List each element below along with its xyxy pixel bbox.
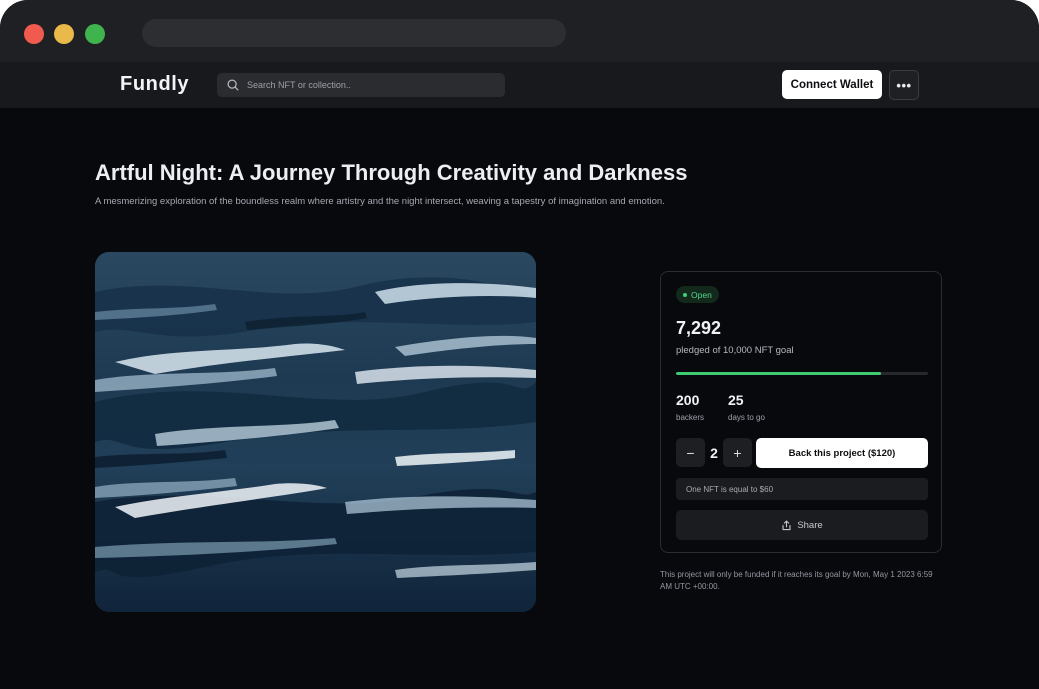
backers-count: 200	[676, 392, 700, 408]
days-to-go-label: days to go	[728, 413, 765, 422]
funding-progress-fill	[676, 372, 882, 375]
share-icon	[782, 520, 791, 530]
status-dot-icon	[683, 292, 687, 297]
maximize-window-button[interactable]	[85, 24, 105, 44]
top-nav: Fundly Connect Wallet •••	[0, 62, 1039, 108]
share-button[interactable]: Share	[676, 510, 928, 540]
app-logo[interactable]: Fundly	[120, 73, 189, 96]
artwork-painting	[95, 252, 536, 612]
increase-quantity-button[interactable]: +	[723, 438, 752, 467]
search-icon	[227, 79, 239, 91]
minus-icon: −	[686, 444, 695, 461]
more-options-button[interactable]: •••	[889, 70, 919, 100]
plus-icon: +	[733, 444, 742, 461]
minimize-window-button[interactable]	[54, 24, 74, 44]
status-badge: Open	[676, 286, 719, 303]
page-subtitle: A mesmerizing exploration of the boundle…	[95, 196, 665, 207]
title-bar	[0, 0, 1039, 62]
decrease-quantity-button[interactable]: −	[676, 438, 705, 467]
funding-card: Open 7,292 pledged of 10,000 NFT goal 20…	[660, 271, 942, 553]
days-to-go-count: 25	[728, 392, 744, 408]
search-input[interactable]	[245, 79, 489, 91]
close-window-button[interactable]	[24, 24, 44, 44]
backers-label: backers	[676, 413, 705, 422]
back-project-button[interactable]: Back this project ($120)	[756, 438, 928, 468]
status-label: Open	[691, 289, 712, 300]
funding-progress-bar	[676, 372, 928, 375]
connect-wallet-button[interactable]: Connect Wallet	[782, 70, 882, 99]
more-dots-icon: •••	[896, 77, 912, 93]
pledged-goal-label: pledged of 10,000 NFT goal	[676, 345, 794, 356]
share-label: Share	[797, 519, 823, 531]
quantity-value: 2	[710, 444, 718, 461]
browser-window: Fundly Connect Wallet ••• Artful Night: …	[0, 0, 1039, 689]
project-artwork	[95, 252, 536, 612]
pledged-amount: 7,292	[676, 318, 722, 338]
funding-footnote: This project will only be funded if it r…	[660, 570, 933, 591]
search-bar[interactable]	[217, 73, 505, 97]
nft-price-info: One NFT is equal to $60	[676, 478, 928, 500]
address-bar[interactable]	[142, 19, 566, 47]
page-title: Artful Night: A Journey Through Creativi…	[95, 160, 688, 185]
